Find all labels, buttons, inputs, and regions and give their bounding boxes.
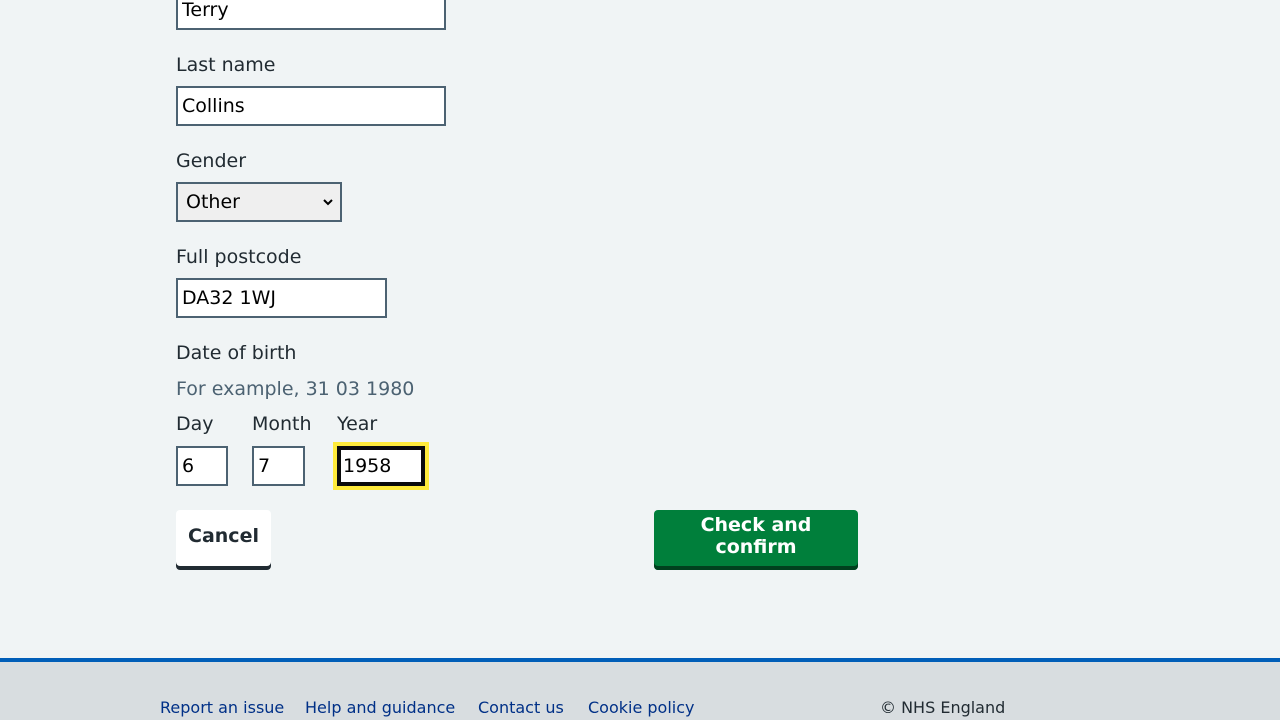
footer-link-contact[interactable]: Contact us <box>478 698 564 717</box>
footer-link-cookie-policy[interactable]: Cookie policy <box>588 698 695 717</box>
footer-copyright: © NHS England <box>880 698 1006 717</box>
check-and-confirm-button[interactable]: Check and confirm <box>654 510 858 570</box>
gender-selected-value: Other <box>186 191 240 213</box>
year-input[interactable] <box>337 446 425 486</box>
month-input[interactable] <box>252 446 305 486</box>
day-label: Day <box>176 413 214 435</box>
footer: Report an issue Help and guidance Contac… <box>0 658 1280 720</box>
dob-hint: For example, 31 03 1980 <box>176 378 415 400</box>
postcode-input[interactable] <box>176 278 387 318</box>
footer-link-help[interactable]: Help and guidance <box>305 698 455 717</box>
footer-link-report-issue[interactable]: Report an issue <box>160 698 284 717</box>
cancel-button[interactable]: Cancel <box>176 510 271 570</box>
month-label: Month <box>252 413 312 435</box>
gender-label: Gender <box>176 150 247 172</box>
last-name-label: Last name <box>176 54 276 76</box>
dob-label: Date of birth <box>176 342 297 364</box>
first-name-input[interactable] <box>176 0 446 30</box>
chevron-down-icon <box>323 199 333 206</box>
gender-select[interactable]: Other <box>176 182 342 222</box>
last-name-input[interactable] <box>176 86 446 126</box>
postcode-label: Full postcode <box>176 246 302 268</box>
year-label: Year <box>337 413 378 435</box>
day-input[interactable] <box>176 446 228 486</box>
page: Last name Gender Other Full postcode Dat… <box>0 0 1280 720</box>
